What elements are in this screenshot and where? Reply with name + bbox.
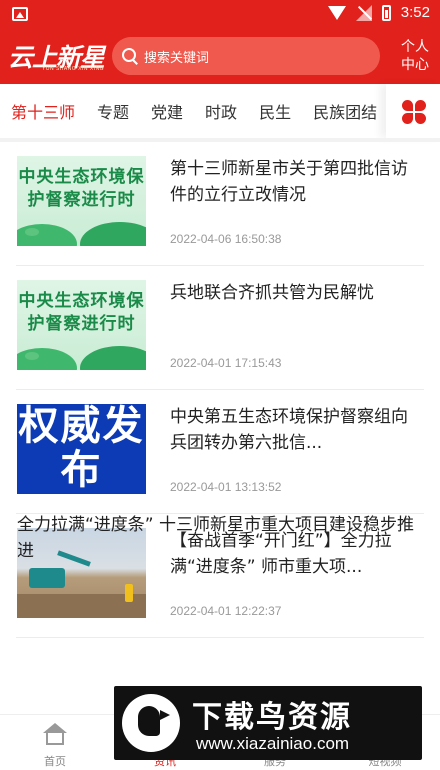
search-placeholder: 搜索关键词 <box>144 50 210 66</box>
thumbnail-text: 中央生态环境保护督察进行时 <box>18 167 145 210</box>
news-title: 中央第五生态环境保护督察组向兵团转办第六批信... <box>170 407 408 453</box>
news-thumbnail: 中央生态环境保护督察进行时 <box>17 280 146 370</box>
separator <box>16 637 424 638</box>
user-center-label-2: 中心 <box>401 57 429 73</box>
news-item[interactable]: 权威发布 中央第五生态环境保护督察组向兵团转办第六批信... 2022-04-0… <box>0 390 440 514</box>
bird-logo-icon <box>122 694 180 752</box>
tab-ethnic-unity[interactable]: 民族团结 <box>313 99 377 123</box>
news-title: 全力拉满“进度条” 十三师新星市重大项目建设稳步推进 <box>17 515 415 561</box>
news-thumbnail: 权威发布 <box>17 404 146 494</box>
thumbnail-text: 中央生态环境保护督察进行时 <box>18 291 145 334</box>
news-title: 第十三师新星市关于第四批信访件的立行立改情况 <box>170 159 408 205</box>
status-time: 3:52 <box>400 4 430 21</box>
status-right: 3:52 <box>327 4 430 21</box>
news-time: 2022-04-06 16:50:38 <box>170 232 282 246</box>
search-icon <box>122 48 138 64</box>
battery-icon <box>381 4 391 21</box>
flower-menu-icon <box>402 100 426 124</box>
watermark-url: www.xiazainiao.com <box>196 734 350 753</box>
news-time: 2022-04-01 12:22:37 <box>170 604 282 618</box>
watermark-title: 下载鸟资源 <box>192 700 352 735</box>
news-time: 2022-04-01 17:15:43 <box>170 356 282 370</box>
app-root: 3:52 云上新星 YUN SHANG XIN XING 搜索关键词 个人 中心… <box>0 0 440 770</box>
tab-13th-division[interactable]: 第十三师 <box>11 99 75 123</box>
tab-menu-button[interactable] <box>386 84 440 138</box>
nav-label: 首页 <box>44 755 66 768</box>
news-time: 2022-04-01 13:13:52 <box>170 480 282 494</box>
app-logo: 云上新星 YUN SHANG XIN XING <box>8 38 106 78</box>
news-item[interactable]: 中央生态环境保护督察进行时 兵地联合齐抓共管为民解忧 2022-04-01 17… <box>0 266 440 390</box>
tab-politics[interactable]: 时政 <box>205 99 237 123</box>
home-icon <box>43 723 67 747</box>
news-title: 兵地联合齐抓共管为民解忧 <box>170 283 374 303</box>
nav-home[interactable]: 首页 <box>15 715 95 770</box>
wifi-icon <box>327 5 346 20</box>
news-item[interactable]: 中央生态环境保护督察进行时 第十三师新星市关于第四批信访件的立行立改情况 202… <box>0 142 440 266</box>
category-tabs: 第十三师 专题 党建 时政 民生 民族团结 <box>0 84 440 138</box>
header: 3:52 云上新星 YUN SHANG XIN XING 搜索关键词 个人 中心 <box>0 0 440 84</box>
tab-livelihood[interactable]: 民生 <box>259 99 291 123</box>
user-center-label-1: 个人 <box>401 39 429 55</box>
no-signal-icon <box>355 4 372 21</box>
gallery-icon <box>12 7 28 21</box>
watermark: 下载鸟资源 www.xiazainiao.com <box>114 686 422 760</box>
status-bar: 3:52 <box>0 0 440 30</box>
excavator-image <box>29 568 65 588</box>
tab-topics[interactable]: 专题 <box>97 99 129 123</box>
tab-party-building[interactable]: 党建 <box>151 99 183 123</box>
thumbnail-text: 权威发布 <box>18 404 145 493</box>
search-bar[interactable]: 搜索关键词 <box>112 37 380 75</box>
user-center-button[interactable]: 个人 中心 <box>398 38 432 74</box>
news-thumbnail: 中央生态环境保护督察进行时 <box>17 156 146 246</box>
logo-subtext: YUN SHANG XIN XING <box>42 66 105 72</box>
tab-list: 第十三师 专题 党建 时政 民生 民族团结 <box>0 84 385 138</box>
